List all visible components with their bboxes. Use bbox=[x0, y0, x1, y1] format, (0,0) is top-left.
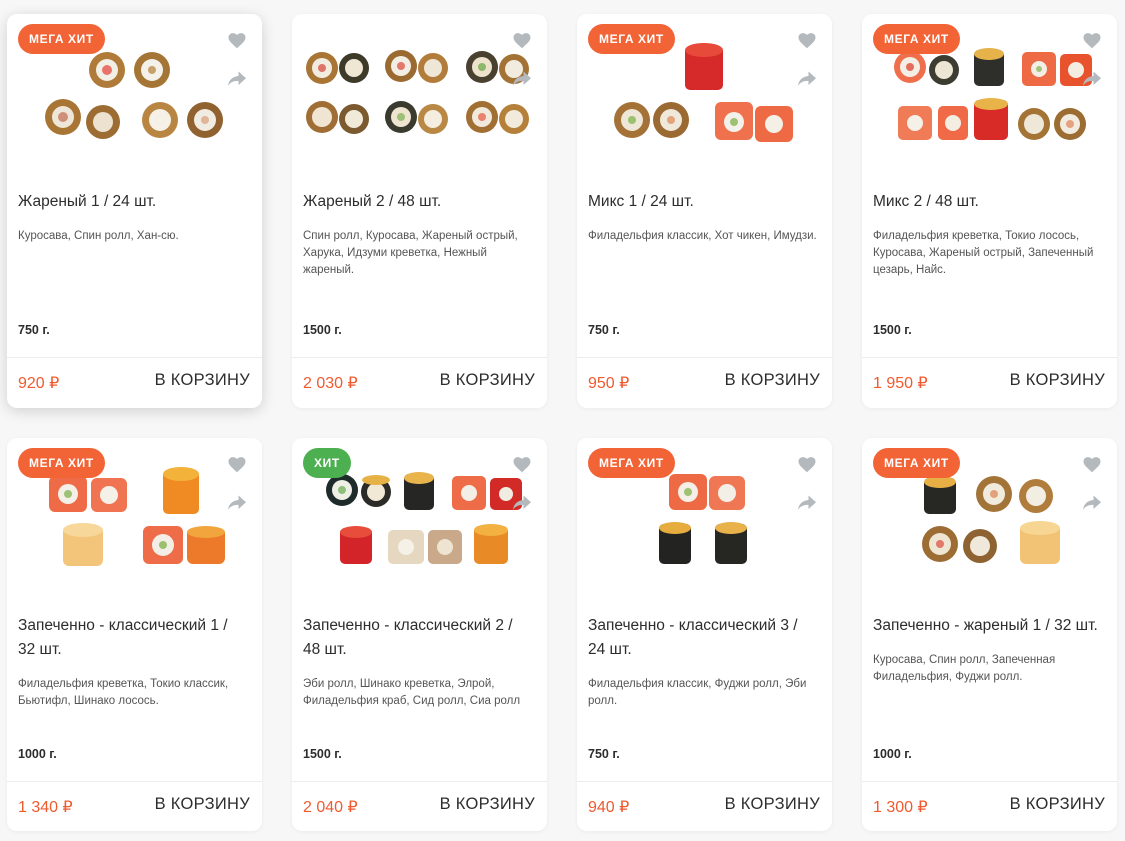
favorite-heart-icon[interactable] bbox=[511, 454, 533, 476]
product-card[interactable]: МЕГА ХИТ Жареный 1 / 24 шт. Куросава, Сп… bbox=[7, 14, 262, 408]
product-card[interactable]: Жареный 2 / 48 шт. Спин ролл, Куросава, … bbox=[292, 14, 547, 408]
product-description: Филадельфия креветка, Токио классик, Бью… bbox=[18, 678, 229, 707]
add-to-cart-button[interactable]: В КОРЗИНУ bbox=[440, 795, 535, 814]
hit-badge: ХИТ bbox=[303, 448, 351, 478]
product-title[interactable]: Запеченно - классический 3 / 24 шт. bbox=[588, 614, 818, 662]
share-arrow-icon[interactable] bbox=[226, 68, 248, 90]
product-price: 1 950 ₽ bbox=[873, 375, 928, 392]
product-weight: 750 г. bbox=[588, 747, 620, 761]
share-arrow-icon[interactable] bbox=[796, 492, 818, 514]
mega-hit-badge: МЕГА ХИТ bbox=[588, 448, 675, 478]
share-arrow-icon[interactable] bbox=[1081, 492, 1103, 514]
card-divider bbox=[7, 357, 262, 358]
add-to-cart-button[interactable]: В КОРЗИНУ bbox=[155, 795, 250, 814]
share-arrow-icon[interactable] bbox=[796, 68, 818, 90]
add-to-cart-button[interactable]: В КОРЗИНУ bbox=[155, 371, 250, 390]
product-description: Филадельфия креветка, Токио лосось, Куро… bbox=[873, 230, 1094, 276]
mega-hit-badge: МЕГА ХИТ bbox=[18, 448, 105, 478]
product-title[interactable]: Жареный 1 / 24 шт. bbox=[18, 190, 248, 214]
mega-hit-badge: МЕГА ХИТ bbox=[588, 24, 675, 54]
product-description: Филадельфия классик, Хот чикен, Имудзи. bbox=[588, 230, 817, 242]
product-weight: 1000 г. bbox=[18, 747, 57, 761]
add-to-cart-button[interactable]: В КОРЗИНУ bbox=[1010, 371, 1105, 390]
add-to-cart-button[interactable]: В КОРЗИНУ bbox=[440, 371, 535, 390]
card-divider bbox=[577, 357, 832, 358]
favorite-heart-icon[interactable] bbox=[796, 30, 818, 52]
favorite-heart-icon[interactable] bbox=[226, 454, 248, 476]
product-description: Спин ролл, Куросава, Жареный острый, Хар… bbox=[303, 230, 518, 276]
favorite-heart-icon[interactable] bbox=[1081, 30, 1103, 52]
share-arrow-icon[interactable] bbox=[1081, 68, 1103, 90]
product-price: 1 340 ₽ bbox=[18, 799, 73, 816]
product-title[interactable]: Микс 1 / 24 шт. bbox=[588, 190, 818, 214]
product-weight: 750 г. bbox=[588, 323, 620, 337]
product-weight: 1500 г. bbox=[873, 323, 912, 337]
product-title[interactable]: Запеченно - классический 1 / 32 шт. bbox=[18, 614, 248, 662]
share-arrow-icon[interactable] bbox=[226, 492, 248, 514]
add-to-cart-button[interactable]: В КОРЗИНУ bbox=[725, 371, 820, 390]
favorite-heart-icon[interactable] bbox=[226, 30, 248, 52]
product-card[interactable]: ХИТ Запеченно - классический 2 / 48 шт. … bbox=[292, 438, 547, 831]
product-price: 950 ₽ bbox=[588, 375, 630, 392]
product-title[interactable]: Жареный 2 / 48 шт. bbox=[303, 190, 533, 214]
product-description: Куросава, Спин ролл, Запеченная Филадель… bbox=[873, 654, 1056, 683]
product-description: Филадельфия классик, Фуджи ролл, Эби рол… bbox=[588, 678, 807, 707]
product-image[interactable] bbox=[292, 14, 547, 164]
product-title[interactable]: Запеченно - классический 2 / 48 шт. bbox=[303, 614, 533, 662]
card-divider bbox=[292, 357, 547, 358]
mega-hit-badge: МЕГА ХИТ bbox=[873, 24, 960, 54]
favorite-heart-icon[interactable] bbox=[796, 454, 818, 476]
product-price: 2 030 ₽ bbox=[303, 375, 358, 392]
product-weight: 1500 г. bbox=[303, 747, 342, 761]
card-divider bbox=[577, 781, 832, 782]
product-card[interactable]: МЕГА ХИТ Запеченно - классический 1 / 32… bbox=[7, 438, 262, 831]
product-weight: 1500 г. bbox=[303, 323, 342, 337]
product-description: Куросава, Спин ролл, Хан-сю. bbox=[18, 230, 179, 242]
favorite-heart-icon[interactable] bbox=[1081, 454, 1103, 476]
share-arrow-icon[interactable] bbox=[511, 492, 533, 514]
product-weight: 750 г. bbox=[18, 323, 50, 337]
product-card[interactable]: МЕГА ХИТ Запеченно - жареный 1 / 32 шт. … bbox=[862, 438, 1117, 831]
product-weight: 1000 г. bbox=[873, 747, 912, 761]
add-to-cart-button[interactable]: В КОРЗИНУ bbox=[1010, 795, 1105, 814]
mega-hit-badge: МЕГА ХИТ bbox=[873, 448, 960, 478]
product-price: 920 ₽ bbox=[18, 375, 60, 392]
card-divider bbox=[862, 781, 1117, 782]
mega-hit-badge: МЕГА ХИТ bbox=[18, 24, 105, 54]
add-to-cart-button[interactable]: В КОРЗИНУ bbox=[725, 795, 820, 814]
product-title[interactable]: Запеченно - жареный 1 / 32 шт. bbox=[873, 614, 1103, 638]
favorite-heart-icon[interactable] bbox=[511, 30, 533, 52]
product-card[interactable]: МЕГА ХИТ Микс 2 / 48 шт. Филадельфия кре… bbox=[862, 14, 1117, 408]
product-card[interactable]: МЕГА ХИТ Запеченно - классический 3 / 24… bbox=[577, 438, 832, 831]
product-price: 940 ₽ bbox=[588, 799, 630, 816]
product-description: Эби ролл, Шинако креветка, Элрой, Филаде… bbox=[303, 678, 521, 707]
product-price: 2 040 ₽ bbox=[303, 799, 358, 816]
card-divider bbox=[292, 781, 547, 782]
product-title[interactable]: Микс 2 / 48 шт. bbox=[873, 190, 1103, 214]
card-divider bbox=[7, 781, 262, 782]
card-divider bbox=[862, 357, 1117, 358]
product-card[interactable]: МЕГА ХИТ Микс 1 / 24 шт. Филадельфия кла… bbox=[577, 14, 832, 408]
product-price: 1 300 ₽ bbox=[873, 799, 928, 816]
share-arrow-icon[interactable] bbox=[511, 68, 533, 90]
